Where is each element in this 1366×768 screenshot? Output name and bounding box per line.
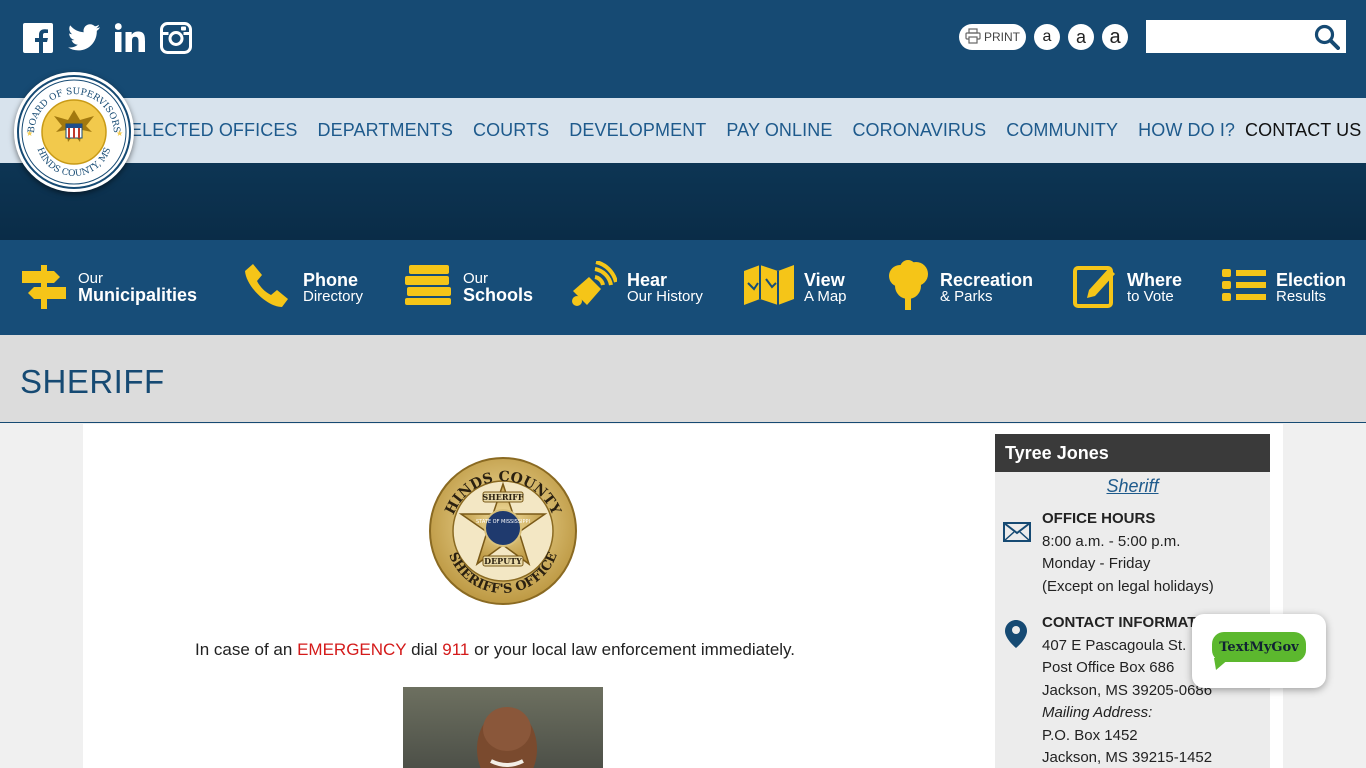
quick-link-line1: Our	[463, 270, 489, 287]
sheriff-badge-logo: HINDS COUNTY SHERIFF'S OFFICE STATE OF M…	[428, 456, 578, 606]
quick-link-line1: Phone	[303, 270, 359, 290]
nav-pay-online[interactable]: PAY ONLINE	[726, 120, 832, 141]
badge-inner-text: STATE OF MISSISSIPPI	[476, 519, 530, 525]
twitter-icon[interactable]	[68, 22, 100, 54]
county-seal-logo[interactable]: BOARD OF SUPERVISORS HINDS COUNTY, MS ★ …	[14, 72, 134, 192]
quick-link-line2: Our History	[627, 288, 703, 305]
quick-link-schools[interactable]: Our Schools	[405, 240, 533, 335]
quick-link-election-results[interactable]: Election Results	[1222, 240, 1346, 335]
emergency-post: or your local law enforcement immediatel…	[469, 640, 796, 659]
emergency-word: EMERGENCY	[297, 640, 407, 659]
phone-icon	[243, 260, 293, 315]
quick-link-phone-directory[interactable]: Phone Directory	[243, 240, 363, 335]
mailing-line: Jackson, MS 39215-1452	[1042, 749, 1213, 766]
office-hours-heading: OFFICE HOURS	[1042, 510, 1156, 527]
linkedin-icon[interactable]	[114, 22, 146, 54]
nav-contact-us[interactable]: CONTACT US	[1245, 120, 1361, 141]
chat-bubble-tail-icon	[1214, 658, 1230, 670]
main-content: HINDS COUNTY SHERIFF'S OFFICE STATE OF M…	[83, 424, 1283, 768]
sidebar-name: Tyree Jones	[995, 434, 1270, 472]
nav-community[interactable]: COMMUNITY	[1006, 120, 1118, 141]
office-hours-line: Monday - Friday	[1042, 555, 1151, 572]
quick-links-bar: Our Municipalities Phone Directory Our Scho…	[0, 240, 1366, 335]
font-size-large-button[interactable]: a	[1102, 24, 1128, 50]
emergency-notice: In case of an EMERGENCY dial 911 or your…	[195, 640, 795, 660]
map-icon	[744, 265, 794, 310]
header-banner	[0, 163, 1366, 240]
page-title-band: SHERIFF	[0, 335, 1366, 423]
font-size-small-button[interactable]: a	[1034, 24, 1060, 50]
print-label: PRINT	[984, 30, 1020, 44]
signpost-icon	[20, 261, 68, 314]
quick-link-line1: Where	[1127, 270, 1183, 290]
nav-elected-offices[interactable]: ELECTED OFFICES	[130, 120, 298, 141]
location-pin-icon	[1005, 620, 1027, 653]
quick-link-line2: A Map	[804, 288, 847, 305]
page-title: SHERIFF	[20, 363, 165, 400]
emergency-pre: In case of an	[195, 640, 298, 659]
svg-text:★: ★	[116, 129, 123, 138]
quick-link-municipalities[interactable]: Our Municipalities	[20, 240, 197, 335]
quick-link-where-to-vote[interactable]: Where to Vote	[1073, 240, 1182, 335]
main-nav: ELECTED OFFICES DEPARTMENTS COURTS DEVEL…	[0, 98, 1366, 163]
social-links	[22, 22, 192, 54]
office-hours-line: 8:00 a.m. - 5:00 p.m.	[1042, 532, 1181, 550]
quick-link-history[interactable]: Hear Our History	[569, 240, 703, 335]
svg-text:★: ★	[26, 129, 33, 138]
emergency-number: 911	[442, 640, 470, 659]
quick-link-line2: to Vote	[1127, 288, 1174, 305]
badge-ribbon-bottom: DEPUTY	[484, 556, 522, 566]
quick-link-line2: Municipalities	[78, 285, 198, 305]
sidebar-title-link[interactable]: Sheriff	[995, 476, 1270, 497]
edit-icon	[1073, 262, 1117, 313]
quick-link-line1: Our	[78, 270, 104, 287]
print-button[interactable]: PRINT	[959, 24, 1026, 50]
instagram-icon[interactable]	[160, 22, 192, 54]
quick-link-line2: Results	[1276, 288, 1327, 305]
mailing-label: Mailing Address:	[1042, 704, 1153, 721]
quick-link-line1: Recreation	[940, 270, 1034, 290]
search-icon[interactable]	[1314, 24, 1340, 50]
nav-development[interactable]: DEVELOPMENT	[569, 120, 706, 141]
mailing-line: P.O. Box 1452	[1042, 726, 1138, 744]
badge-ribbon-top: SHERIFF	[482, 492, 524, 502]
tree-icon	[886, 260, 930, 315]
font-size-medium-button[interactable]: a	[1068, 24, 1094, 50]
books-icon	[405, 265, 453, 310]
sidebar-contact-card: Tyree Jones Sheriff OFFICE HOURS 8:00 a.…	[995, 434, 1270, 768]
megaphone-icon	[569, 260, 618, 314]
envelope-icon	[1003, 522, 1031, 547]
quick-link-line2: & Parks	[940, 288, 993, 305]
quick-link-recreation[interactable]: Recreation & Parks	[886, 240, 1033, 335]
nav-how-do-i[interactable]: HOW DO I?	[1138, 120, 1235, 141]
quick-link-line2: Schools	[463, 285, 534, 305]
office-hours-line: (Except on legal holidays)	[1042, 577, 1214, 595]
facebook-icon[interactable]	[22, 22, 54, 54]
nav-courts[interactable]: COURTS	[473, 120, 549, 141]
printer-icon	[965, 27, 981, 47]
quick-link-line1: Hear	[627, 270, 668, 290]
textmygov-widget[interactable]: TextMyGov	[1192, 614, 1326, 688]
quick-link-map[interactable]: View A Map	[744, 240, 847, 335]
quick-link-line2: Directory	[303, 288, 364, 305]
page-tools: PRINT a a a	[959, 24, 1128, 50]
nav-departments[interactable]: DEPARTMENTS	[318, 120, 453, 141]
nav-coronavirus[interactable]: CORONAVIRUS	[852, 120, 986, 141]
list-icon	[1222, 269, 1266, 306]
quick-link-line1: View	[804, 270, 845, 290]
top-bar: PRINT a a a	[0, 0, 1366, 98]
emergency-mid: dial	[406, 640, 443, 659]
quick-link-line1: Election	[1276, 270, 1347, 290]
sheriff-portrait-photo	[403, 687, 603, 768]
